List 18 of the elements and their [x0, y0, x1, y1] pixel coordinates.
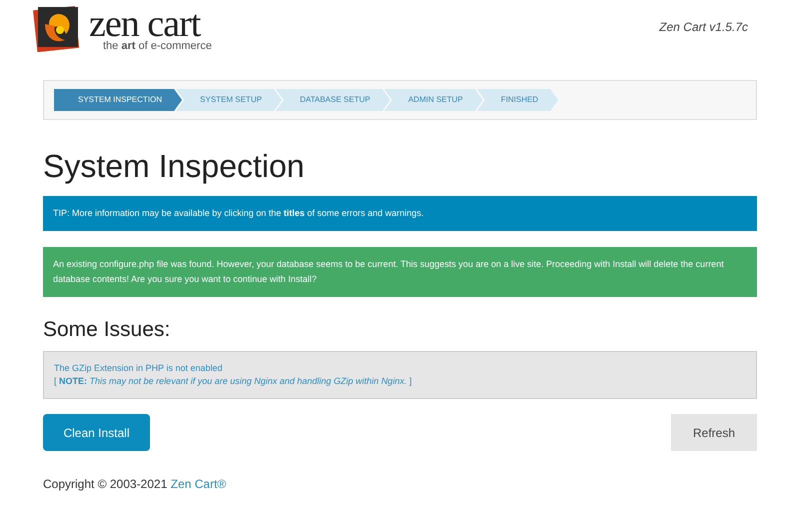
issue-note: [ NOTE: This may not be relevant if you are using Nginx and handling GZip within Nginx. ] — [54, 375, 413, 388]
zen-cart-link[interactable]: Zen Cart® — [170, 477, 226, 491]
issue-title: The GZip Extension in PHP is not enabled — [54, 362, 224, 375]
progress-step: ADMIN SETUP — [384, 89, 483, 111]
progress-step: SYSTEM SETUP — [176, 89, 282, 111]
alert-message: An existing configure.php file was found. However, your database seems to be current. This suggests you are on a live site. Proceeding with Install will delete the current database contents! Are you sure you want to continue with Install? — [43, 247, 757, 297]
progress-step: DATABASE SETUP — [276, 89, 390, 111]
alert-message: TIP: More information may be available by clicking on the titles of some errors and warnings. — [43, 196, 757, 231]
version-label: Zen Cart v1.5.7c — [659, 19, 748, 36]
logo-icon — [33, 4, 81, 52]
refresh-button[interactable]: Refresh — [671, 414, 757, 451]
copyright-text: Copyright © 2003-2021 Zen Cart® — [43, 476, 228, 493]
progress-step: FINISHED — [476, 89, 558, 111]
install-button[interactable]: Clean Install — [43, 414, 150, 451]
issues-heading: Some Issues: — [43, 317, 172, 343]
logo-tagline: the art of e-commerce — [102, 41, 212, 52]
page-title: System Inspection — [43, 147, 306, 186]
progress-step: SYSTEM INSPECTION — [54, 89, 182, 111]
